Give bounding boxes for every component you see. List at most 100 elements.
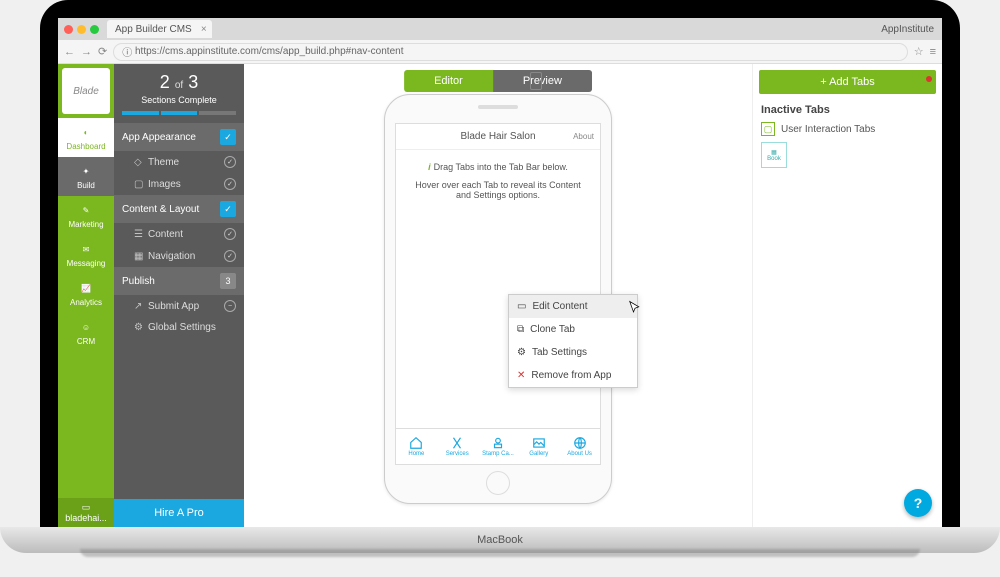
progress-widget: 2 of 3 Sections Complete (114, 64, 244, 123)
maximize-icon[interactable] (90, 25, 99, 34)
url-field[interactable]: ⓘ https://cms.appinstitute.com/cms/app_b… (113, 43, 907, 61)
reload-button[interactable]: ⟳ (98, 45, 107, 58)
tab-home[interactable]: Home (396, 429, 437, 464)
browser-tabbar: App Builder CMS × AppInstitute (58, 18, 942, 40)
gear-icon: ⚙ (134, 322, 144, 333)
laptop-frame: App Builder CMS × AppInstitute ← → ⟳ ⓘ h… (0, 0, 1000, 577)
build-icon: ✦ (78, 163, 94, 179)
rail-label: Build (77, 181, 95, 190)
rail-analytics[interactable]: 📈 Analytics (58, 274, 114, 313)
clone-icon: ⧉ (517, 324, 524, 335)
tab-close-icon[interactable]: × (201, 24, 207, 35)
dashboard-icon: ◐ (78, 124, 94, 140)
subitem-images[interactable]: ▢Images ✓ (114, 173, 244, 195)
tab-aboutus[interactable]: About Us (559, 429, 600, 464)
rail-marketing[interactable]: ✎ Marketing (58, 196, 114, 235)
calendar-icon: ▦ (771, 149, 777, 156)
gear-icon: ⚙ (517, 347, 526, 358)
preview-tab[interactable]: Preview (493, 70, 592, 92)
rail-label: CRM (77, 337, 95, 346)
crm-icon: ☺ (78, 319, 94, 335)
rail-crm[interactable]: ☺ CRM (58, 313, 114, 352)
rail-build[interactable]: ✦ Build (58, 157, 114, 196)
main-canvas: Editor Preview Blade Hair Salon About (244, 64, 752, 527)
minimize-icon[interactable] (77, 25, 86, 34)
hire-a-pro-button[interactable]: Hire A Pro (114, 499, 244, 527)
app-title: Blade Hair Salon (460, 131, 535, 142)
section-content-layout[interactable]: Content & Layout ✓ (114, 195, 244, 223)
record-indicator-icon (926, 76, 932, 82)
tab-services[interactable]: Services (437, 429, 478, 464)
check-icon: ✓ (224, 178, 236, 190)
submit-icon: ↗ (134, 301, 144, 312)
progress-number: 2 of 3 (122, 72, 236, 93)
check-icon: ✓ (224, 156, 236, 168)
tab-icon: ▢ (761, 122, 775, 136)
phone-home-button[interactable] (486, 471, 510, 495)
inactive-tabs-heading: Inactive Tabs (761, 104, 934, 116)
phone-tabbar[interactable]: Home Services Stamp Ca... Gallery About … (396, 428, 600, 464)
context-menu: ▭Edit Content ⧉Clone Tab ⚙Tab Settings ✕… (508, 294, 638, 388)
close-icon[interactable] (64, 25, 73, 34)
app-root: Blade ◐ Dashboard ✦ Build ✎ Marketing ✉ (58, 64, 942, 527)
rail-label: Analytics (70, 298, 102, 307)
subitem-global-settings[interactable]: ⚙Global Settings (114, 317, 244, 338)
subitem-theme[interactable]: ◇Theme ✓ (114, 151, 244, 173)
help-icon: ? (914, 495, 923, 511)
images-icon: ▢ (134, 179, 144, 190)
tab-stampcard[interactable]: Stamp Ca... (478, 429, 519, 464)
rail-dashboard[interactable]: ◐ Dashboard (58, 118, 114, 157)
browser-tab[interactable]: App Builder CMS × (107, 20, 212, 38)
back-button[interactable]: ← (64, 46, 75, 58)
theme-icon: ◇ (134, 157, 144, 168)
rail-label: Dashboard (66, 142, 105, 151)
analytics-icon: 📈 (78, 280, 94, 296)
cursor-icon (626, 300, 644, 323)
subitem-navigation[interactable]: ▦Navigation ✓ (114, 245, 244, 267)
messaging-icon: ✉ (78, 241, 94, 257)
screen-bezel: App Builder CMS × AppInstitute ← → ⟳ ⓘ h… (40, 0, 960, 527)
forward-button[interactable]: → (81, 46, 92, 58)
content-icon: ☰ (134, 229, 144, 240)
book-tile[interactable]: ▦ Book (761, 142, 787, 168)
doc-icon: ▭ (82, 502, 91, 512)
check-icon: ✓ (224, 228, 236, 240)
phone-speaker (478, 105, 518, 109)
mode-toggle: Editor Preview (404, 70, 592, 92)
ctx-clone-tab[interactable]: ⧉Clone Tab (509, 318, 637, 341)
section-publish[interactable]: Publish 3 (114, 267, 244, 295)
right-panel: + Add Tabs Inactive Tabs ▢ User Interact… (752, 64, 942, 527)
editor-tab[interactable]: Editor (404, 70, 493, 92)
check-icon: ✓ (220, 129, 236, 145)
menu-icon[interactable]: ≡ (930, 46, 936, 58)
subitem-content[interactable]: ☰Content ✓ (114, 223, 244, 245)
pending-icon: − (224, 300, 236, 312)
rail-label: Messaging (67, 259, 106, 268)
hint-line-2: Hover over each Tab to reveal its Conten… (410, 180, 586, 200)
add-tabs-button[interactable]: + Add Tabs (759, 70, 936, 94)
ctx-edit-content[interactable]: ▭Edit Content (509, 295, 637, 318)
rail-footer[interactable]: ▭ bladehai... (58, 498, 114, 527)
laptop-shadow (80, 549, 920, 557)
progress-label: Sections Complete (122, 95, 236, 105)
rail-messaging[interactable]: ✉ Messaging (58, 235, 114, 274)
edit-icon: ▭ (517, 301, 526, 312)
app-logo[interactable]: Blade (62, 68, 110, 114)
phone-icon[interactable] (530, 72, 542, 90)
inactive-tab-row[interactable]: ▢ User Interaction Tabs (759, 120, 936, 138)
sidebar: 2 of 3 Sections Complete App Appearance … (114, 64, 244, 527)
tab-gallery[interactable]: Gallery (518, 429, 559, 464)
subitem-submit-app[interactable]: ↗Submit App − (114, 295, 244, 317)
check-icon: ✓ (220, 201, 236, 217)
navigation-icon: ▦ (134, 251, 144, 262)
ctx-tab-settings[interactable]: ⚙Tab Settings (509, 341, 637, 364)
section-app-appearance[interactable]: App Appearance ✓ (114, 123, 244, 151)
window-controls[interactable] (64, 25, 99, 34)
count-badge: 3 (220, 273, 236, 289)
about-link[interactable]: About (573, 132, 594, 141)
ctx-remove[interactable]: ✕Remove from App (509, 364, 637, 387)
bookmark-icon[interactable]: ☆ (914, 45, 924, 58)
help-button[interactable]: ? (904, 489, 932, 517)
hint-line-1: iDrag Tabs into the Tab Bar below. (410, 162, 586, 172)
check-icon: ✓ (224, 250, 236, 262)
